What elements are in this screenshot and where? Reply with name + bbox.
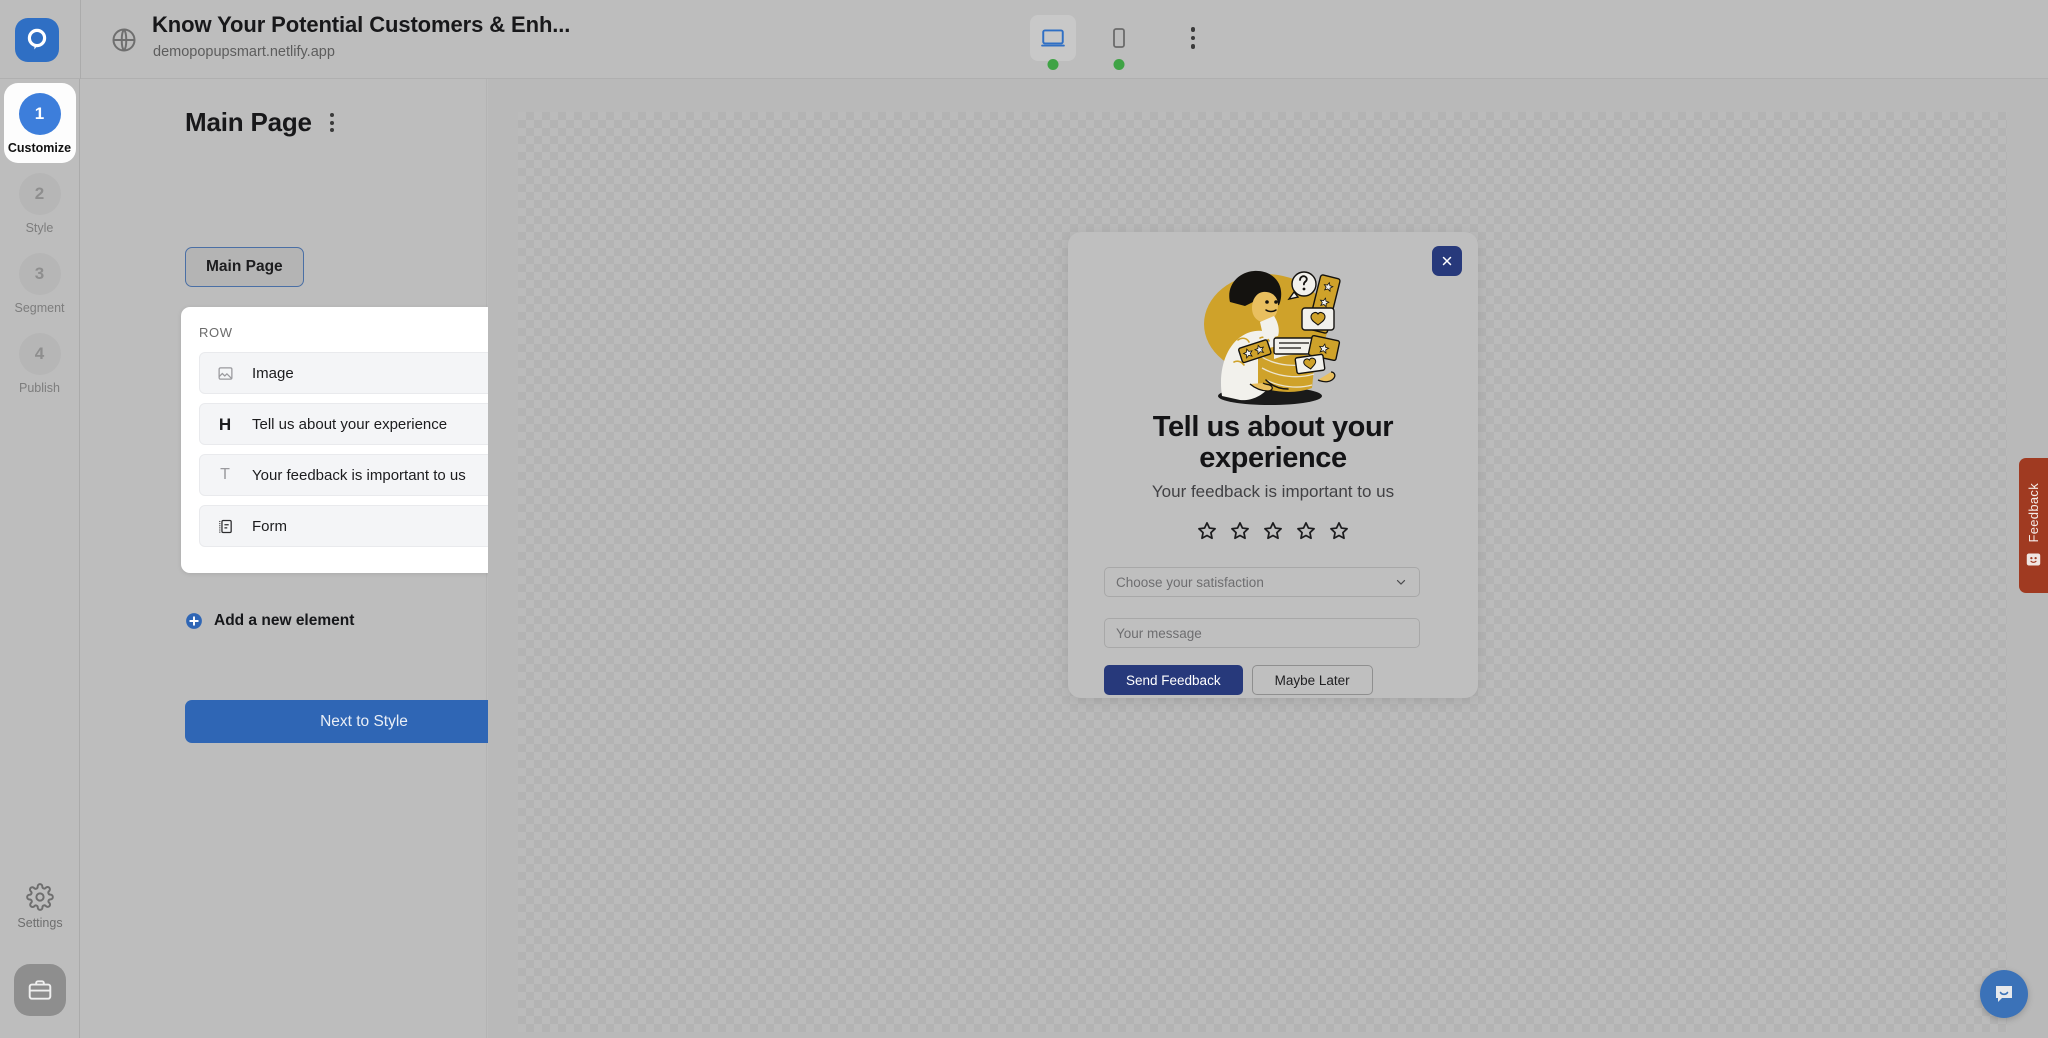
popup-preview: Tell us about your experience Your feedb…	[1068, 232, 1478, 698]
step-rail-list: 1 Customize 2 Style 3 Segment 4 Publish	[0, 79, 79, 403]
globe-icon	[110, 26, 138, 54]
popupsmart-logo-icon[interactable]	[15, 18, 59, 62]
satisfaction-select[interactable]: Choose your satisfaction	[1104, 567, 1420, 597]
page-options-kebab-icon[interactable]	[324, 109, 340, 136]
step-rail: 1 Customize 2 Style 3 Segment 4 Publish …	[0, 79, 80, 1038]
page-title: Know Your Potential Customers & Enh...	[152, 12, 571, 37]
element-row-form[interactable]: Form	[199, 505, 535, 547]
add-new-element-label: Add a new element	[214, 612, 355, 629]
element-label: Tell us about your experience	[252, 415, 448, 433]
step-number-1: 1	[18, 93, 61, 135]
panel-page-title: Main Page	[185, 107, 312, 137]
step-label-style: Style	[25, 221, 54, 235]
chat-bubble-icon	[1996, 986, 2012, 1002]
desktop-status-dot	[1047, 59, 1059, 70]
device-desktop-button[interactable]	[1030, 15, 1076, 70]
device-switcher	[1030, 15, 1210, 70]
element-label: Image	[252, 364, 294, 382]
popup-subheading: Your feedback is important to us	[1151, 482, 1395, 501]
gear-icon	[26, 883, 54, 911]
star-outline-icon[interactable]	[1328, 520, 1350, 542]
sidebar-item-customize[interactable]: 1 Customize	[3, 83, 76, 163]
form-icon	[214, 518, 236, 535]
feedback-tab[interactable]: Feedback	[2019, 458, 2048, 593]
customize-panel: Main Page Main Page ROW Image H Tell us …	[81, 79, 553, 1038]
star-outline-icon[interactable]	[1196, 520, 1218, 542]
message-input[interactable]: Your message	[1104, 618, 1420, 648]
popup-actions: Send Feedback Maybe Later	[1104, 665, 1373, 695]
image-icon	[214, 365, 236, 382]
settings-label: Settings	[17, 916, 63, 930]
step-number-3: 3	[18, 253, 61, 295]
star-outline-icon[interactable]	[1262, 520, 1284, 542]
woman-with-feedback-basket-illustration	[1178, 256, 1368, 406]
kebab-menu-icon[interactable]	[1176, 15, 1210, 61]
mobile-status-dot	[1113, 59, 1125, 70]
toolbar-divider	[80, 0, 81, 79]
plus-circle-icon	[186, 613, 202, 629]
sidebar-item-publish[interactable]: 4 Publish	[4, 323, 76, 403]
message-input-placeholder: Your message	[1116, 625, 1202, 641]
star-rating[interactable]	[1068, 520, 1478, 542]
star-outline-icon[interactable]	[1295, 520, 1317, 542]
element-row-text[interactable]: T Your feedback is important to us	[199, 454, 535, 496]
add-new-element-button[interactable]: Add a new element	[185, 612, 354, 630]
element-row-image[interactable]: Image	[199, 352, 535, 394]
element-label: Form	[252, 517, 287, 535]
panel-header: Main Page	[185, 107, 340, 138]
step-label-publish: Publish	[19, 381, 60, 395]
close-icon[interactable]	[1432, 246, 1462, 276]
smiley-icon	[2026, 553, 2041, 566]
element-label: Your feedback is important to us	[252, 466, 466, 484]
step-number-2: 2	[18, 173, 61, 215]
site-url: demopopupsmart.netlify.app	[153, 44, 335, 60]
chat-launcher-button[interactable]	[1980, 970, 2028, 1018]
popup-heading: Tell us about your experience	[1152, 411, 1394, 475]
maybe-later-button[interactable]: Maybe Later	[1251, 665, 1373, 695]
device-mobile-button[interactable]	[1096, 15, 1142, 70]
heading-icon: H	[218, 414, 232, 434]
send-feedback-button[interactable]: Send Feedback	[1104, 665, 1243, 695]
briefcase-icon[interactable]	[14, 964, 66, 1016]
chevron-down-icon	[1396, 579, 1406, 585]
sidebar-item-settings[interactable]: Settings	[0, 883, 80, 930]
satisfaction-select-placeholder: Choose your satisfaction	[1116, 574, 1264, 590]
sidebar-item-segment[interactable]: 3 Segment	[4, 243, 76, 323]
text-icon: T	[220, 466, 230, 483]
row-label: ROW	[199, 325, 233, 340]
step-number-4: 4	[18, 333, 61, 375]
feedback-tab-label: Feedback	[2026, 482, 2041, 543]
step-label-segment: Segment	[14, 301, 65, 315]
element-row-heading[interactable]: H Tell us about your experience	[199, 403, 535, 445]
sidebar-item-style[interactable]: 2 Style	[4, 163, 76, 243]
step-label-customize: Customize	[7, 141, 72, 155]
top-bar: Know Your Potential Customers & Enh... d…	[0, 0, 2048, 79]
page-tab-main-page[interactable]: Main Page	[185, 247, 304, 287]
star-outline-icon[interactable]	[1229, 520, 1251, 542]
